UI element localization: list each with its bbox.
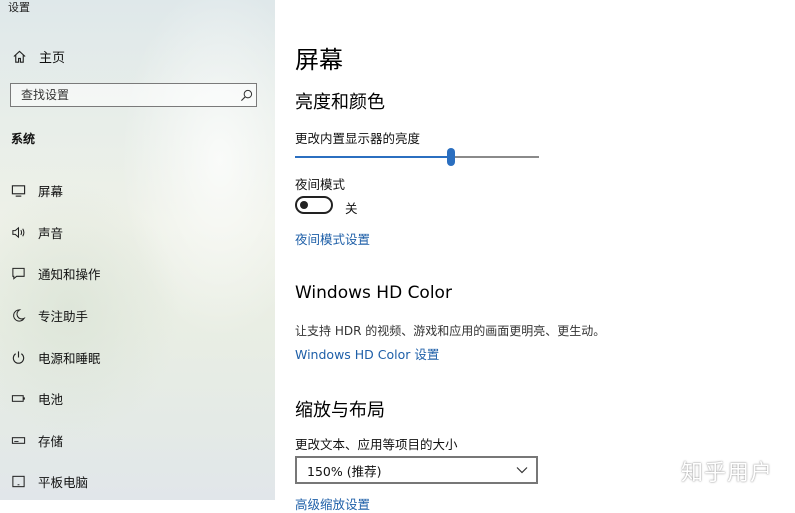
page-title: 屏幕 <box>295 46 343 74</box>
sidebar-item-label: 屏幕 <box>38 184 64 200</box>
brightness-heading: 亮度和颜色 <box>295 92 385 113</box>
night-mode-state: 关 <box>345 201 358 216</box>
hdr-settings-link[interactable]: Windows HD Color 设置 <box>295 344 439 363</box>
sidebar-home[interactable]: 主页 <box>11 46 65 66</box>
home-icon <box>11 48 27 64</box>
slider-fill <box>295 156 452 158</box>
sidebar-item-display[interactable]: 屏幕 <box>0 170 275 212</box>
chevron-down-icon <box>516 466 528 474</box>
advanced-scaling-link[interactable]: 高级缩放设置 <box>295 494 370 513</box>
sidebar-item-notifications[interactable]: 通知和操作 <box>0 253 275 295</box>
search-input[interactable] <box>11 87 236 103</box>
sidebar: 设置 主页 系统 屏幕 声音 通知和操作 <box>0 0 275 500</box>
sidebar-item-label: 平板电脑 <box>38 475 89 491</box>
scale-dropdown[interactable]: 150% (推荐) <box>295 456 538 484</box>
scale-label: 更改文本、应用等项目的大小 <box>295 437 458 452</box>
brightness-slider[interactable] <box>295 148 539 166</box>
sidebar-item-label: 通知和操作 <box>38 267 101 283</box>
storage-icon <box>10 432 26 448</box>
sidebar-home-label: 主页 <box>39 50 66 66</box>
sidebar-item-label: 专注助手 <box>38 309 89 325</box>
notification-icon <box>10 266 26 282</box>
sidebar-item-label: 电池 <box>38 392 64 408</box>
sidebar-item-power-sleep[interactable]: 电源和睡眠 <box>0 336 275 378</box>
scale-dropdown-value: 150% (推荐) <box>307 463 382 479</box>
sidebar-item-label: 存储 <box>38 433 64 449</box>
sidebar-nav: 屏幕 声音 通知和操作 专注助手 电源和睡眠 电池 存储 平板电脑 <box>0 170 275 500</box>
sidebar-item-sound[interactable]: 声音 <box>0 212 275 254</box>
search-icon[interactable] <box>236 89 256 102</box>
hdr-description: 让支持 HDR 的视频、游戏和应用的画面更明亮、更生动。 <box>295 324 606 338</box>
sidebar-item-focus-assist[interactable]: 专注助手 <box>0 295 275 337</box>
layout-heading: 缩放与布局 <box>295 400 385 421</box>
speaker-icon <box>10 224 26 240</box>
sidebar-item-label: 电源和睡眠 <box>38 350 101 366</box>
sidebar-item-tablet[interactable]: 平板电脑 <box>0 461 275 500</box>
sidebar-item-battery[interactable]: 电池 <box>0 378 275 420</box>
slider-thumb[interactable] <box>447 148 456 166</box>
sidebar-item-label: 声音 <box>38 225 64 241</box>
battery-icon <box>10 391 26 407</box>
night-mode-settings-link[interactable]: 夜间模式设置 <box>295 229 370 248</box>
monitor-icon <box>10 183 26 199</box>
toggle-knob <box>300 201 308 209</box>
search-box[interactable] <box>10 83 257 107</box>
brightness-slider-label: 更改内置显示器的亮度 <box>295 131 421 146</box>
sidebar-item-storage[interactable]: 存储 <box>0 420 275 462</box>
moon-icon <box>10 308 26 324</box>
tablet-icon <box>10 474 26 490</box>
power-icon <box>10 349 26 365</box>
window-title: 设置 <box>8 1 30 14</box>
night-mode-label: 夜间模式 <box>295 177 346 192</box>
hdr-heading: Windows HD Color <box>295 283 452 303</box>
watermark: 知乎用户 <box>680 461 773 486</box>
night-mode-toggle[interactable] <box>295 196 333 214</box>
section-label: 系统 <box>11 132 36 146</box>
